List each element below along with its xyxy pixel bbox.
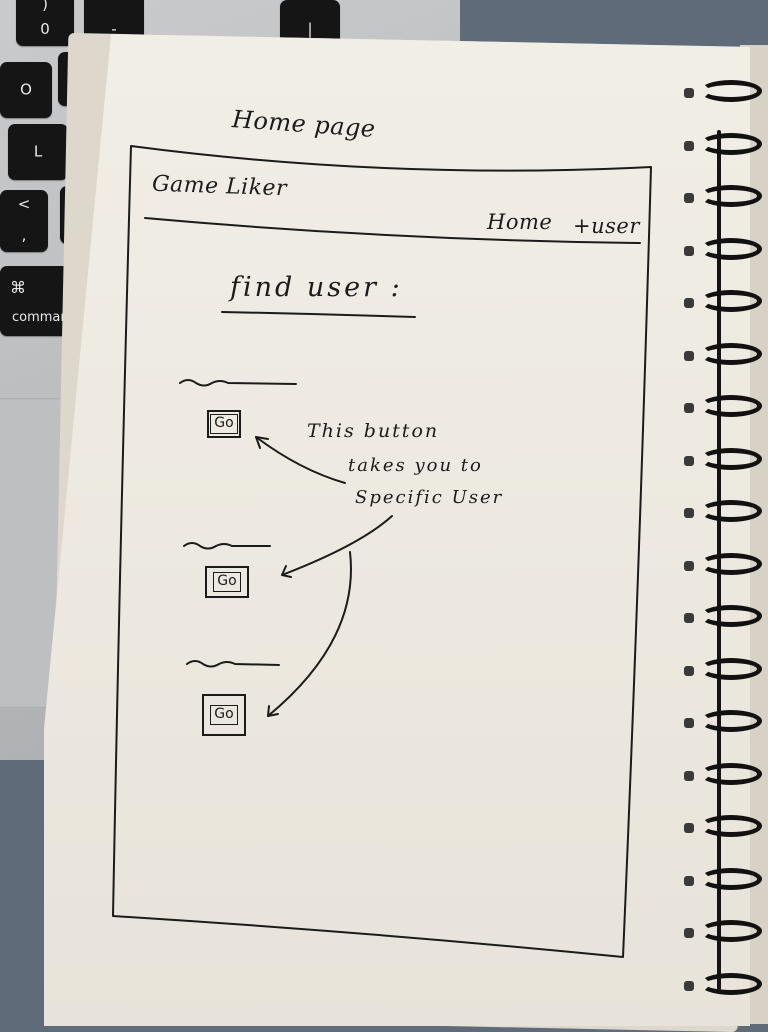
arrow-to-go-1	[255, 436, 346, 484]
wireframe-frame	[112, 145, 652, 958]
user-placeholder-3	[186, 660, 280, 668]
go-button-2[interactable]: Go	[205, 566, 249, 598]
go-button-3[interactable]: Go	[202, 694, 246, 736]
user-placeholder-1	[179, 379, 297, 387]
app-title: Game Liker	[151, 171, 288, 202]
sketch-lines	[112, 145, 652, 958]
header-divider	[144, 217, 641, 244]
annotation-line-2: takes you to	[348, 455, 483, 476]
nav-user-link[interactable]: +user	[573, 214, 640, 238]
find-user-underline	[221, 311, 416, 318]
annotation-line-1: This button	[307, 420, 440, 442]
arrow-to-go-3	[267, 551, 352, 717]
user-placeholder-2	[183, 542, 271, 550]
go-button-1[interactable]: Go	[207, 410, 241, 438]
arrow-to-go-2	[281, 515, 393, 576]
annotation-line-3: Specific User	[355, 487, 504, 508]
nav-home-link[interactable]: Home	[487, 210, 552, 234]
find-user-label: find user :	[230, 272, 403, 303]
